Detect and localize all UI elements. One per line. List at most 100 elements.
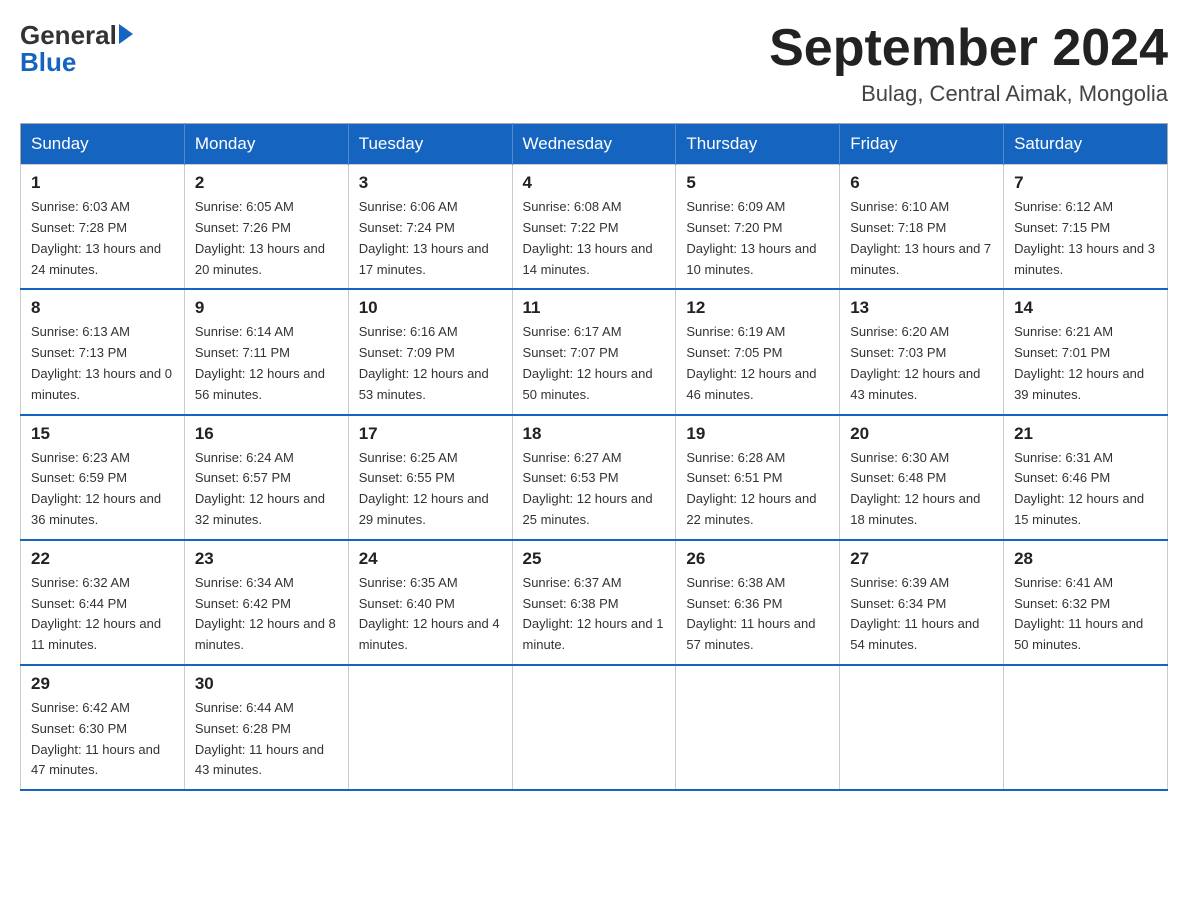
header-friday: Friday bbox=[840, 124, 1004, 165]
table-row bbox=[348, 665, 512, 790]
day-number: 2 bbox=[195, 173, 338, 193]
table-row: 22 Sunrise: 6:32 AM Sunset: 6:44 PM Dayl… bbox=[21, 540, 185, 665]
calendar-week-row: 1 Sunrise: 6:03 AM Sunset: 7:28 PM Dayli… bbox=[21, 165, 1168, 290]
table-row: 21 Sunrise: 6:31 AM Sunset: 6:46 PM Dayl… bbox=[1004, 415, 1168, 540]
day-number: 15 bbox=[31, 424, 174, 444]
day-number: 10 bbox=[359, 298, 502, 318]
day-info: Sunrise: 6:08 AM Sunset: 7:22 PM Dayligh… bbox=[523, 197, 666, 280]
day-number: 11 bbox=[523, 298, 666, 318]
day-info: Sunrise: 6:30 AM Sunset: 6:48 PM Dayligh… bbox=[850, 448, 993, 531]
table-row: 10 Sunrise: 6:16 AM Sunset: 7:09 PM Dayl… bbox=[348, 289, 512, 414]
table-row: 18 Sunrise: 6:27 AM Sunset: 6:53 PM Dayl… bbox=[512, 415, 676, 540]
day-info: Sunrise: 6:42 AM Sunset: 6:30 PM Dayligh… bbox=[31, 698, 174, 781]
day-number: 12 bbox=[686, 298, 829, 318]
day-info: Sunrise: 6:03 AM Sunset: 7:28 PM Dayligh… bbox=[31, 197, 174, 280]
header-thursday: Thursday bbox=[676, 124, 840, 165]
table-row: 24 Sunrise: 6:35 AM Sunset: 6:40 PM Dayl… bbox=[348, 540, 512, 665]
day-number: 28 bbox=[1014, 549, 1157, 569]
table-row: 16 Sunrise: 6:24 AM Sunset: 6:57 PM Dayl… bbox=[184, 415, 348, 540]
day-number: 7 bbox=[1014, 173, 1157, 193]
day-number: 20 bbox=[850, 424, 993, 444]
calendar-week-row: 8 Sunrise: 6:13 AM Sunset: 7:13 PM Dayli… bbox=[21, 289, 1168, 414]
calendar-table: Sunday Monday Tuesday Wednesday Thursday… bbox=[20, 123, 1168, 791]
calendar-week-row: 22 Sunrise: 6:32 AM Sunset: 6:44 PM Dayl… bbox=[21, 540, 1168, 665]
table-row: 6 Sunrise: 6:10 AM Sunset: 7:18 PM Dayli… bbox=[840, 165, 1004, 290]
day-number: 26 bbox=[686, 549, 829, 569]
day-number: 13 bbox=[850, 298, 993, 318]
table-row: 9 Sunrise: 6:14 AM Sunset: 7:11 PM Dayli… bbox=[184, 289, 348, 414]
day-info: Sunrise: 6:21 AM Sunset: 7:01 PM Dayligh… bbox=[1014, 322, 1157, 405]
day-number: 19 bbox=[686, 424, 829, 444]
table-row: 29 Sunrise: 6:42 AM Sunset: 6:30 PM Dayl… bbox=[21, 665, 185, 790]
day-info: Sunrise: 6:20 AM Sunset: 7:03 PM Dayligh… bbox=[850, 322, 993, 405]
table-row bbox=[1004, 665, 1168, 790]
table-row: 14 Sunrise: 6:21 AM Sunset: 7:01 PM Dayl… bbox=[1004, 289, 1168, 414]
day-info: Sunrise: 6:31 AM Sunset: 6:46 PM Dayligh… bbox=[1014, 448, 1157, 531]
day-info: Sunrise: 6:25 AM Sunset: 6:55 PM Dayligh… bbox=[359, 448, 502, 531]
calendar-week-row: 15 Sunrise: 6:23 AM Sunset: 6:59 PM Dayl… bbox=[21, 415, 1168, 540]
table-row: 20 Sunrise: 6:30 AM Sunset: 6:48 PM Dayl… bbox=[840, 415, 1004, 540]
table-row: 25 Sunrise: 6:37 AM Sunset: 6:38 PM Dayl… bbox=[512, 540, 676, 665]
day-number: 4 bbox=[523, 173, 666, 193]
table-row bbox=[840, 665, 1004, 790]
calendar-location: Bulag, Central Aimak, Mongolia bbox=[769, 81, 1168, 107]
table-row: 1 Sunrise: 6:03 AM Sunset: 7:28 PM Dayli… bbox=[21, 165, 185, 290]
day-info: Sunrise: 6:12 AM Sunset: 7:15 PM Dayligh… bbox=[1014, 197, 1157, 280]
day-number: 25 bbox=[523, 549, 666, 569]
table-row: 28 Sunrise: 6:41 AM Sunset: 6:32 PM Dayl… bbox=[1004, 540, 1168, 665]
day-info: Sunrise: 6:09 AM Sunset: 7:20 PM Dayligh… bbox=[686, 197, 829, 280]
day-number: 22 bbox=[31, 549, 174, 569]
day-info: Sunrise: 6:06 AM Sunset: 7:24 PM Dayligh… bbox=[359, 197, 502, 280]
table-row: 8 Sunrise: 6:13 AM Sunset: 7:13 PM Dayli… bbox=[21, 289, 185, 414]
day-info: Sunrise: 6:32 AM Sunset: 6:44 PM Dayligh… bbox=[31, 573, 174, 656]
day-info: Sunrise: 6:23 AM Sunset: 6:59 PM Dayligh… bbox=[31, 448, 174, 531]
day-number: 14 bbox=[1014, 298, 1157, 318]
header-saturday: Saturday bbox=[1004, 124, 1168, 165]
table-row: 17 Sunrise: 6:25 AM Sunset: 6:55 PM Dayl… bbox=[348, 415, 512, 540]
calendar-header-row: Sunday Monday Tuesday Wednesday Thursday… bbox=[21, 124, 1168, 165]
day-number: 29 bbox=[31, 674, 174, 694]
table-row: 13 Sunrise: 6:20 AM Sunset: 7:03 PM Dayl… bbox=[840, 289, 1004, 414]
day-info: Sunrise: 6:13 AM Sunset: 7:13 PM Dayligh… bbox=[31, 322, 174, 405]
table-row: 7 Sunrise: 6:12 AM Sunset: 7:15 PM Dayli… bbox=[1004, 165, 1168, 290]
day-info: Sunrise: 6:35 AM Sunset: 6:40 PM Dayligh… bbox=[359, 573, 502, 656]
day-info: Sunrise: 6:16 AM Sunset: 7:09 PM Dayligh… bbox=[359, 322, 502, 405]
day-number: 18 bbox=[523, 424, 666, 444]
logo: General Blue bbox=[20, 20, 133, 78]
day-number: 1 bbox=[31, 173, 174, 193]
table-row: 12 Sunrise: 6:19 AM Sunset: 7:05 PM Dayl… bbox=[676, 289, 840, 414]
logo-blue-text: Blue bbox=[20, 47, 76, 78]
day-info: Sunrise: 6:39 AM Sunset: 6:34 PM Dayligh… bbox=[850, 573, 993, 656]
table-row: 3 Sunrise: 6:06 AM Sunset: 7:24 PM Dayli… bbox=[348, 165, 512, 290]
logo-triangle-icon bbox=[119, 24, 133, 44]
table-row: 26 Sunrise: 6:38 AM Sunset: 6:36 PM Dayl… bbox=[676, 540, 840, 665]
day-info: Sunrise: 6:19 AM Sunset: 7:05 PM Dayligh… bbox=[686, 322, 829, 405]
table-row: 11 Sunrise: 6:17 AM Sunset: 7:07 PM Dayl… bbox=[512, 289, 676, 414]
day-info: Sunrise: 6:24 AM Sunset: 6:57 PM Dayligh… bbox=[195, 448, 338, 531]
day-info: Sunrise: 6:05 AM Sunset: 7:26 PM Dayligh… bbox=[195, 197, 338, 280]
day-number: 30 bbox=[195, 674, 338, 694]
day-info: Sunrise: 6:10 AM Sunset: 7:18 PM Dayligh… bbox=[850, 197, 993, 280]
table-row bbox=[512, 665, 676, 790]
day-info: Sunrise: 6:27 AM Sunset: 6:53 PM Dayligh… bbox=[523, 448, 666, 531]
table-row: 5 Sunrise: 6:09 AM Sunset: 7:20 PM Dayli… bbox=[676, 165, 840, 290]
day-info: Sunrise: 6:38 AM Sunset: 6:36 PM Dayligh… bbox=[686, 573, 829, 656]
day-number: 24 bbox=[359, 549, 502, 569]
day-number: 27 bbox=[850, 549, 993, 569]
header-wednesday: Wednesday bbox=[512, 124, 676, 165]
day-info: Sunrise: 6:37 AM Sunset: 6:38 PM Dayligh… bbox=[523, 573, 666, 656]
calendar-title-area: September 2024 Bulag, Central Aimak, Mon… bbox=[769, 20, 1168, 107]
header-sunday: Sunday bbox=[21, 124, 185, 165]
day-info: Sunrise: 6:34 AM Sunset: 6:42 PM Dayligh… bbox=[195, 573, 338, 656]
day-number: 23 bbox=[195, 549, 338, 569]
table-row: 19 Sunrise: 6:28 AM Sunset: 6:51 PM Dayl… bbox=[676, 415, 840, 540]
calendar-week-row: 29 Sunrise: 6:42 AM Sunset: 6:30 PM Dayl… bbox=[21, 665, 1168, 790]
day-info: Sunrise: 6:17 AM Sunset: 7:07 PM Dayligh… bbox=[523, 322, 666, 405]
table-row: 30 Sunrise: 6:44 AM Sunset: 6:28 PM Dayl… bbox=[184, 665, 348, 790]
table-row: 23 Sunrise: 6:34 AM Sunset: 6:42 PM Dayl… bbox=[184, 540, 348, 665]
day-number: 16 bbox=[195, 424, 338, 444]
day-number: 3 bbox=[359, 173, 502, 193]
table-row: 4 Sunrise: 6:08 AM Sunset: 7:22 PM Dayli… bbox=[512, 165, 676, 290]
day-number: 9 bbox=[195, 298, 338, 318]
day-number: 5 bbox=[686, 173, 829, 193]
